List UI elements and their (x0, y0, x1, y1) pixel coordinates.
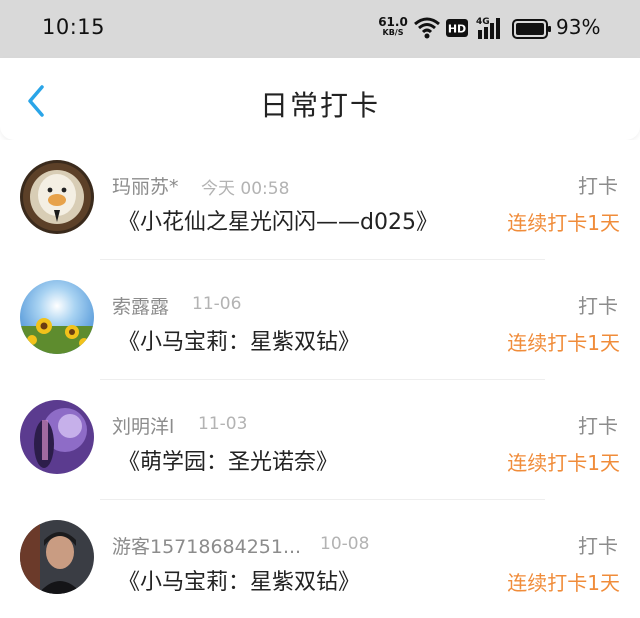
avatar[interactable] (20, 400, 94, 474)
network-speed: 61.0 KB/S (378, 15, 408, 37)
user-name: 玛丽苏* (112, 176, 179, 198)
avatar[interactable] (20, 280, 94, 354)
status-time: 10:15 (42, 15, 106, 39)
wifi-icon (414, 17, 440, 39)
battery-icon (512, 19, 551, 39)
purple-avatar-image (20, 400, 94, 474)
streak-label: 连续打卡1天 (507, 451, 620, 475)
book-title: 《小花仙之星光闪闪——d025》 (118, 210, 438, 235)
signal-4g-icon: 4G (476, 17, 500, 39)
sunflower-avatar-image (20, 280, 94, 354)
book-title: 《小马宝莉：星紫双钻》 (118, 330, 361, 355)
user-name: 索露露 (112, 296, 170, 318)
checkin-row[interactable]: 游客15718684251... 10-08 《小马宝莉：星紫双钻》 打卡 连续… (0, 500, 640, 618)
network-speed-unit: KB/S (382, 28, 404, 37)
checkin-list: 玛丽苏* 今天 00:58 《小花仙之星光闪闪——d025》 打卡 连续打卡1天 (0, 140, 640, 618)
checkin-row[interactable]: 玛丽苏* 今天 00:58 《小花仙之星光闪闪——d025》 打卡 连续打卡1天 (0, 140, 640, 260)
duck-avatar-image (20, 160, 94, 234)
streak-label: 连续打卡1天 (507, 571, 620, 595)
checkin-action-label: 打卡 (578, 294, 618, 318)
checkin-action-label: 打卡 (578, 534, 618, 558)
checkin-time: 11-03 (198, 414, 248, 434)
hd-label: HD (448, 23, 466, 36)
page-header: 日常打卡 (0, 58, 640, 140)
book-title: 《萌学园：圣光诺奈》 (118, 450, 339, 475)
checkin-action-label: 打卡 (578, 414, 618, 438)
hd-icon: HD (446, 19, 468, 37)
checkin-time: 10-08 (320, 534, 370, 554)
avatar[interactable] (20, 520, 94, 594)
avatar[interactable] (20, 160, 94, 234)
checkin-time: 11-06 (192, 294, 242, 314)
page-title: 日常打卡 (259, 89, 380, 122)
checkin-row[interactable]: 索露露 11-06 《小马宝莉：星紫双钻》 打卡 连续打卡1天 (0, 260, 640, 380)
user-name: 游客15718684251... (112, 536, 302, 558)
user-name: 刘明洋l (112, 416, 175, 438)
checkin-time: 今天 00:58 (201, 179, 290, 199)
streak-label: 连续打卡1天 (507, 331, 620, 355)
checkin-row[interactable]: 刘明洋l 11-03 《萌学园：圣光诺奈》 打卡 连续打卡1天 (0, 380, 640, 500)
status-bar: 10:15 61.0 KB/S HD 4G 93% (0, 0, 640, 58)
network-type-label: 4G (476, 17, 490, 27)
book-title: 《小马宝莉：星紫双钻》 (118, 570, 361, 595)
battery-percent: 93% (556, 15, 601, 39)
portrait-avatar-image (20, 520, 94, 594)
checkin-action-label: 打卡 (578, 174, 618, 198)
streak-label: 连续打卡1天 (507, 211, 620, 235)
network-speed-value: 61.0 (378, 15, 408, 29)
